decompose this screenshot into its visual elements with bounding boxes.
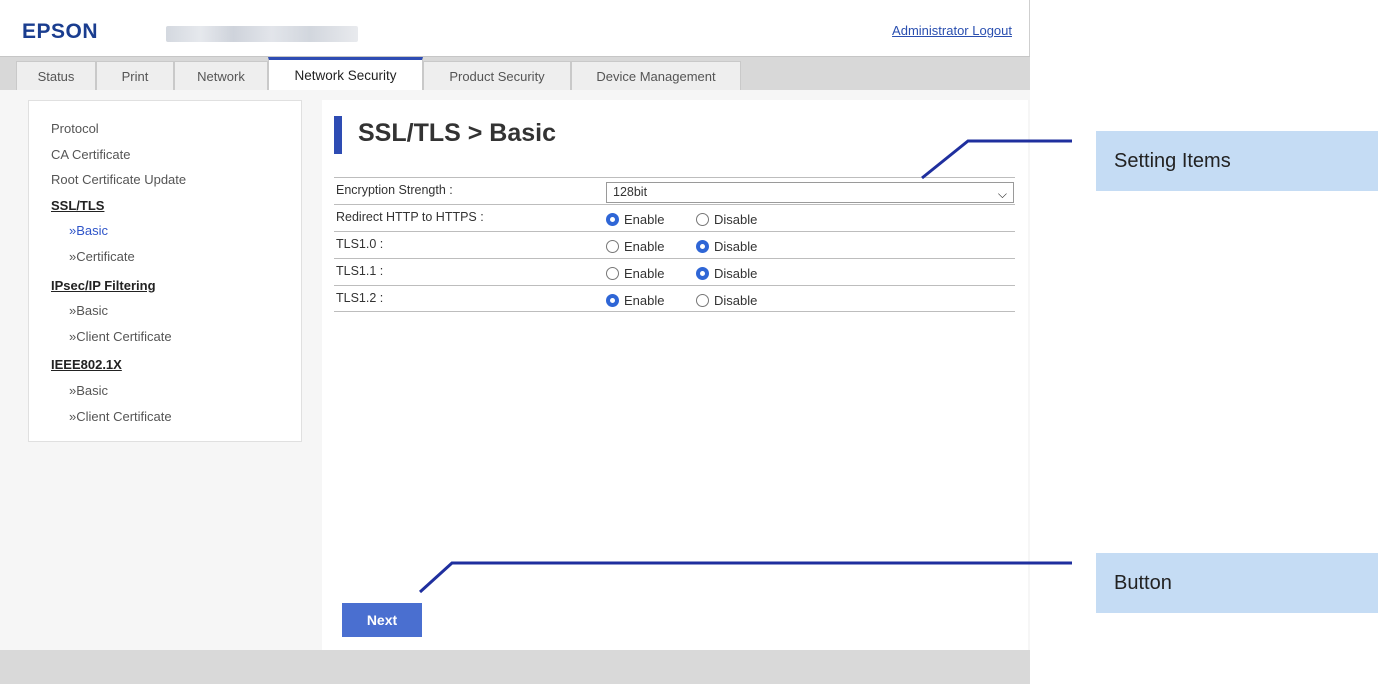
setting-items-callout: Setting Items xyxy=(1096,131,1378,191)
setting-label: TLS1.2 : xyxy=(336,291,384,305)
radio-label: Enable xyxy=(624,265,665,281)
radio-checked-icon xyxy=(696,266,709,280)
chevron-down-icon: ⌵ xyxy=(997,187,1007,201)
radio-group: Enable Disable xyxy=(606,290,757,310)
epson-logo: EPSON xyxy=(22,20,99,43)
sidebar-heading-ipsec-ip-filtering[interactable]: IPsec/IP Filtering xyxy=(51,273,301,299)
administrator-logout-link[interactable]: Administrator Logout xyxy=(892,23,1012,38)
setting-label: Encryption Strength : xyxy=(336,183,453,197)
setting-label: Redirect HTTP to HTTPS : xyxy=(336,210,484,224)
browser-page: EPSON Administrator Logout Status Print … xyxy=(0,0,1030,684)
radio-unchecked-icon xyxy=(606,239,619,253)
sidebar-item-ssl-basic[interactable]: »Basic xyxy=(51,218,301,244)
setting-row-encryption-strength: Encryption Strength : 128bit ⌵ xyxy=(334,177,1015,204)
radio-label: Disable xyxy=(714,292,758,308)
tls11-enable-radio[interactable]: Enable xyxy=(606,266,664,281)
setting-row-redirect-https: Redirect HTTP to HTTPS : Enable Disable xyxy=(334,204,1015,231)
tls10-disable-radio[interactable]: Disable xyxy=(696,239,757,254)
radio-label: Disable xyxy=(714,238,758,254)
sidebar-heading-ieee8021x[interactable]: IEEE802.1X xyxy=(51,352,301,378)
radio-unchecked-icon xyxy=(606,266,619,280)
setting-label: TLS1.0 : xyxy=(336,237,384,251)
setting-row-tls12: TLS1.2 : Enable Disable xyxy=(334,285,1015,312)
radio-label: Enable xyxy=(624,211,665,227)
page-header: EPSON Administrator Logout xyxy=(0,0,1030,56)
sidebar: Protocol CA Certificate Root Certificate… xyxy=(28,100,302,442)
tab-bar: Status Print Network Network Security Pr… xyxy=(0,56,1030,91)
encryption-strength-select[interactable]: 128bit ⌵ xyxy=(606,182,1014,203)
radio-group: Enable Disable xyxy=(606,236,757,256)
footer-bar xyxy=(0,650,1030,684)
tab-network-security[interactable]: Network Security xyxy=(268,57,423,91)
tls10-enable-radio[interactable]: Enable xyxy=(606,239,664,254)
setting-label: TLS1.1 : xyxy=(336,264,384,278)
radio-label: Disable xyxy=(714,265,758,281)
radio-checked-icon xyxy=(606,293,619,307)
radio-checked-icon xyxy=(696,239,709,253)
sidebar-item-protocol[interactable]: Protocol xyxy=(51,116,301,142)
redirect-https-disable-radio[interactable]: Disable xyxy=(696,212,757,227)
radio-label: Disable xyxy=(714,211,758,227)
page-title: SSL/TLS > Basic xyxy=(334,116,556,154)
sidebar-item-ssl-certificate[interactable]: »Certificate xyxy=(51,244,301,270)
radio-unchecked-icon xyxy=(696,212,709,226)
sidebar-item-ca-certificate[interactable]: CA Certificate xyxy=(51,142,301,168)
button-callout: Button xyxy=(1096,553,1378,613)
radio-unchecked-icon xyxy=(696,293,709,307)
radio-label: Enable xyxy=(624,238,665,254)
main-panel: SSL/TLS > Basic Encryption Strength : 12… xyxy=(322,100,1028,650)
tab-product-security[interactable]: Product Security xyxy=(423,61,571,91)
sidebar-item-root-certificate-update[interactable]: Root Certificate Update xyxy=(51,167,301,193)
tls12-enable-radio[interactable]: Enable xyxy=(606,293,664,308)
settings-table: Encryption Strength : 128bit ⌵ Redirect … xyxy=(334,177,1015,312)
sidebar-heading-ssl-tls[interactable]: SSL/TLS xyxy=(51,193,301,219)
sidebar-item-ieee-client-certificate[interactable]: »Client Certificate xyxy=(51,404,301,430)
tab-status[interactable]: Status xyxy=(16,61,96,91)
tab-network[interactable]: Network xyxy=(174,61,268,91)
radio-group: Enable Disable xyxy=(606,263,757,283)
tls12-disable-radio[interactable]: Disable xyxy=(696,293,757,308)
next-button[interactable]: Next xyxy=(342,603,422,637)
printer-name-redacted xyxy=(166,26,358,42)
radio-group: Enable Disable xyxy=(606,209,757,229)
tab-print[interactable]: Print xyxy=(96,61,174,91)
radio-label: Enable xyxy=(624,292,665,308)
redirect-https-enable-radio[interactable]: Enable xyxy=(606,212,664,227)
tab-device-management[interactable]: Device Management xyxy=(571,61,741,91)
radio-checked-icon xyxy=(606,212,619,226)
setting-row-tls10: TLS1.0 : Enable Disable xyxy=(334,231,1015,258)
select-value: 128bit xyxy=(613,185,648,199)
setting-row-tls11: TLS1.1 : Enable Disable xyxy=(334,258,1015,285)
tls11-disable-radio[interactable]: Disable xyxy=(696,266,757,281)
sidebar-item-ipsec-client-certificate[interactable]: »Client Certificate xyxy=(51,324,301,350)
sidebar-item-ipsec-basic[interactable]: »Basic xyxy=(51,298,301,324)
sidebar-item-ieee-basic[interactable]: »Basic xyxy=(51,378,301,404)
